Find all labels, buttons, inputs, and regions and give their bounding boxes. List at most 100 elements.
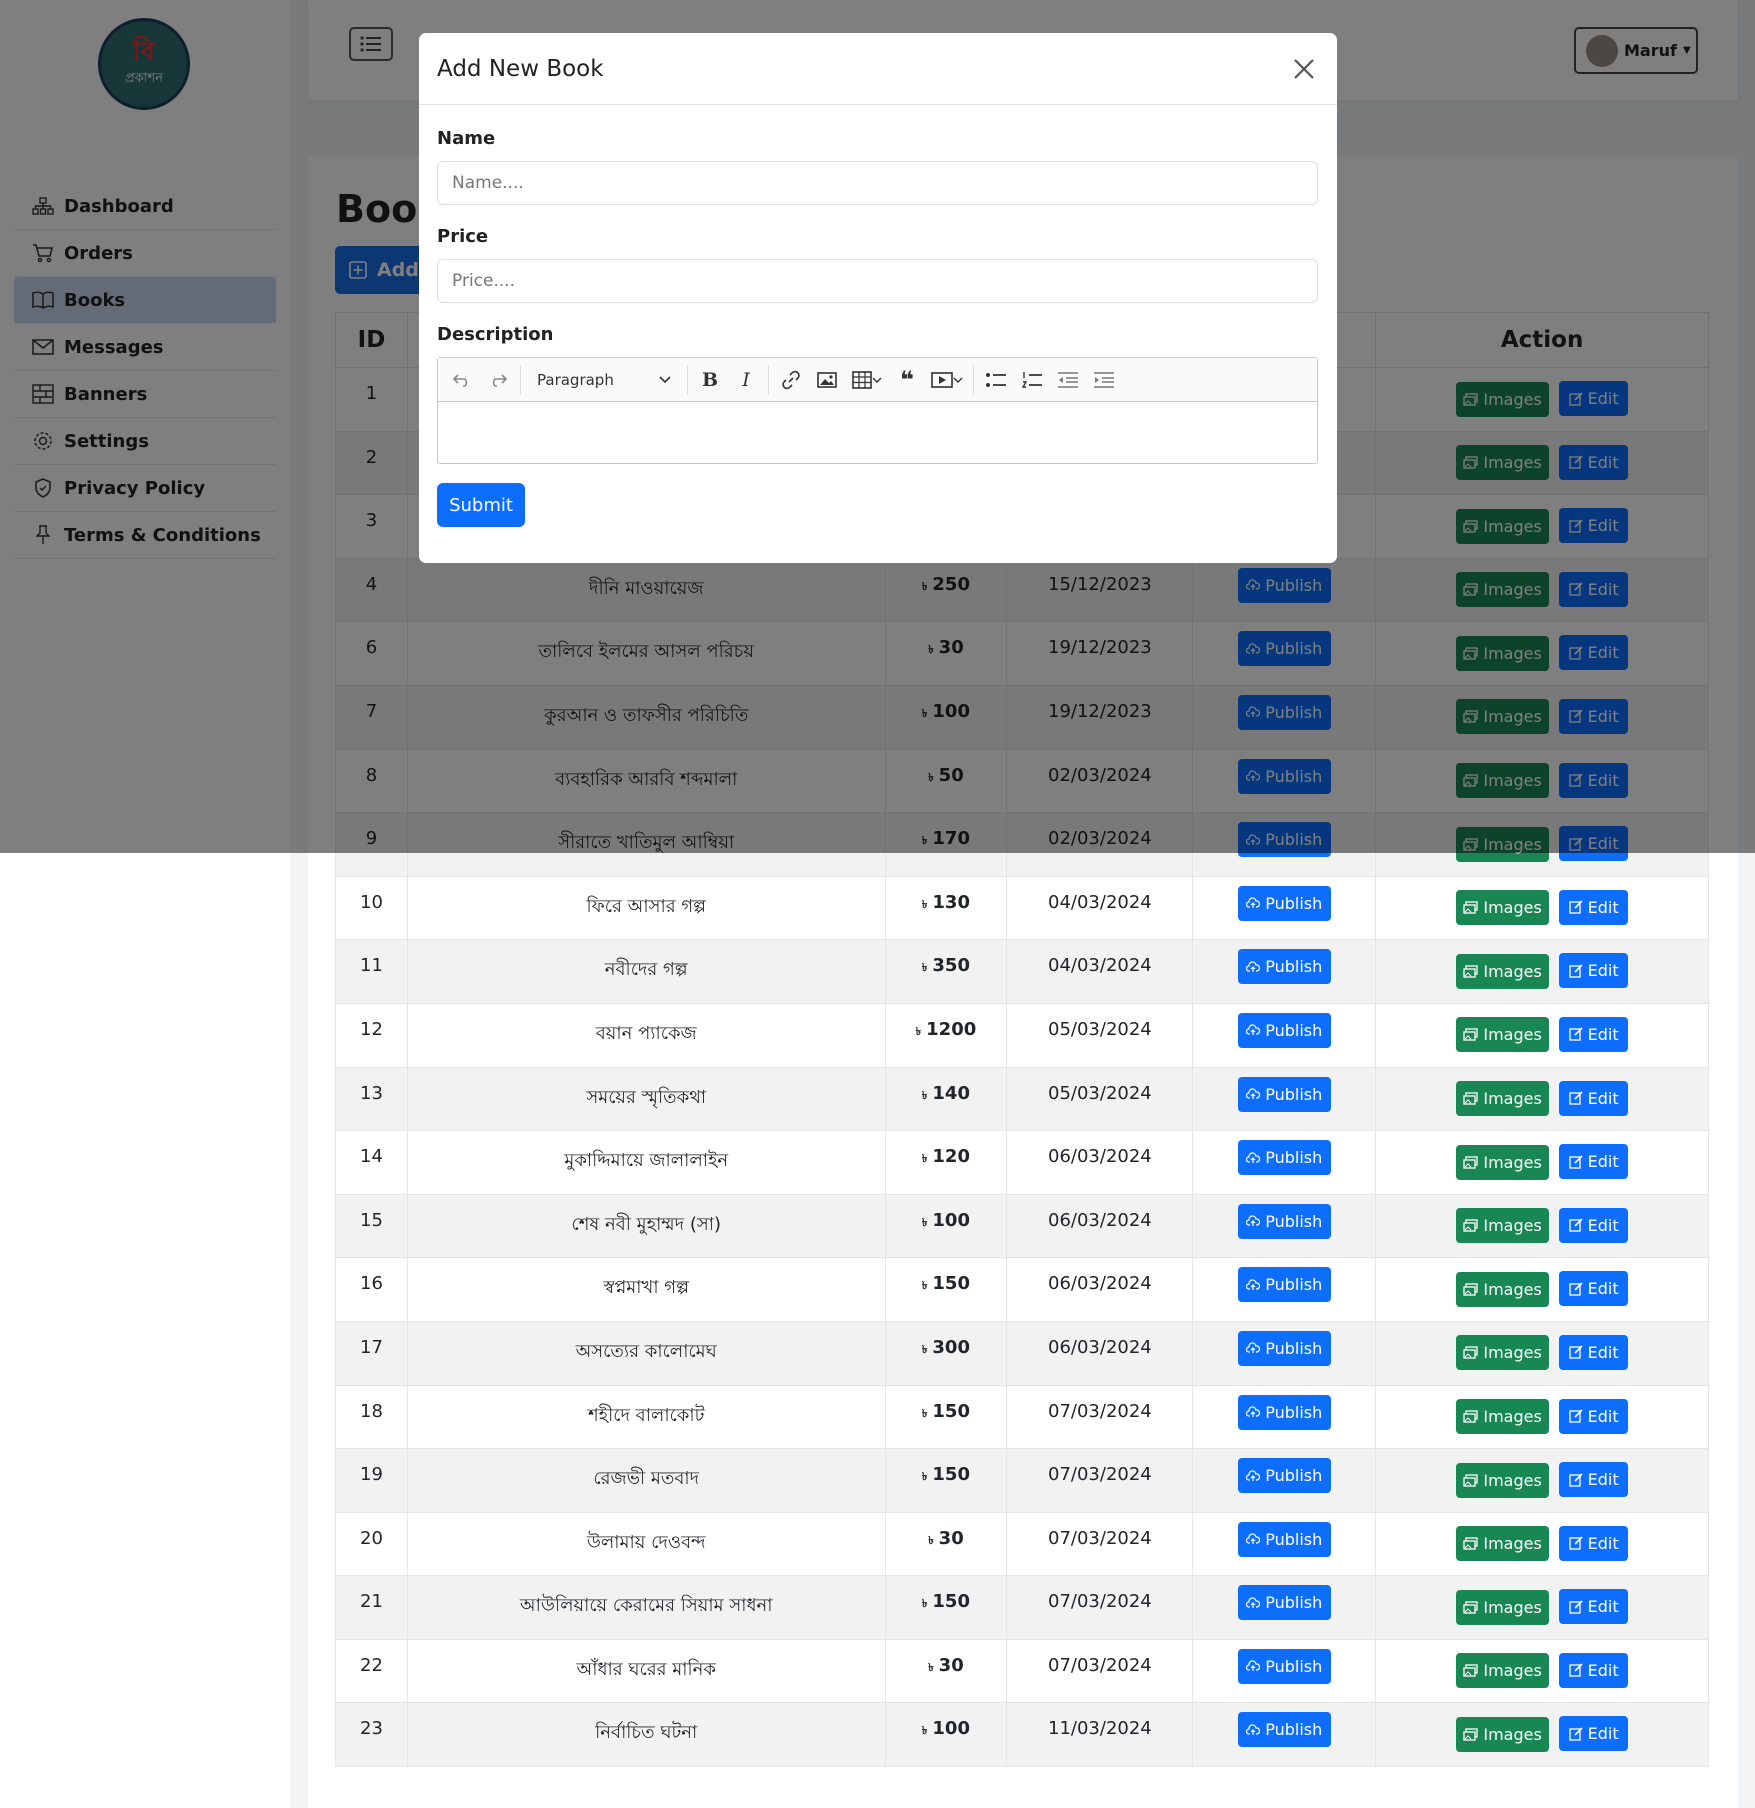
images-button[interactable]: Images xyxy=(1456,890,1550,926)
publish-button[interactable]: Publish xyxy=(1237,1521,1331,1557)
images-button[interactable]: Images xyxy=(1456,1335,1550,1371)
cell-name: আঁধার ঘরের মানিক xyxy=(406,1638,886,1704)
cell-price: ৳ 30 xyxy=(884,1511,1008,1577)
cell-date: 07/03/2024 xyxy=(1006,1384,1194,1450)
edit-button[interactable]: Edit xyxy=(1559,1334,1629,1370)
edit-label: Edit xyxy=(1587,1215,1619,1235)
edit-button[interactable]: Edit xyxy=(1559,1271,1629,1307)
table-icon[interactable] xyxy=(845,365,889,395)
cell-status: Publish xyxy=(1192,1066,1377,1132)
publish-button[interactable]: Publish xyxy=(1237,1267,1331,1303)
publish-button[interactable]: Publish xyxy=(1237,1330,1331,1366)
images-button[interactable]: Images xyxy=(1456,1462,1550,1498)
images-icon xyxy=(1463,1092,1479,1105)
outdent-icon[interactable] xyxy=(1050,365,1086,395)
images-button[interactable]: Images xyxy=(1456,1271,1550,1307)
cloud-upload-icon xyxy=(1246,1215,1261,1227)
image-icon[interactable] xyxy=(809,365,845,395)
cell-id: 13 xyxy=(335,1066,408,1132)
currency-symbol: ৳ xyxy=(921,961,928,975)
paragraph-dropdown[interactable]: Paragraph xyxy=(525,365,683,395)
images-icon xyxy=(1463,1346,1479,1360)
edit-button[interactable]: Edit xyxy=(1559,1144,1629,1180)
media-embed-icon[interactable] xyxy=(925,365,969,395)
cell-price: ৳ 1200 xyxy=(884,1002,1008,1068)
images-button[interactable]: Images xyxy=(1456,953,1550,989)
cell-actions: Images Edit xyxy=(1375,1702,1709,1768)
images-icon xyxy=(1463,1155,1479,1169)
price-input[interactable] xyxy=(437,259,1318,303)
cell-actions: Images Edit xyxy=(1375,875,1709,941)
bold-icon[interactable]: B xyxy=(692,365,728,395)
cell-date: 04/03/2024 xyxy=(1006,939,1194,1004)
cell-status: Publish xyxy=(1192,1002,1377,1068)
edit-label: Edit xyxy=(1587,1470,1619,1490)
images-button[interactable]: Images xyxy=(1456,1208,1550,1244)
edit-button[interactable]: Edit xyxy=(1559,889,1629,925)
publish-button[interactable]: Publish xyxy=(1237,1203,1331,1239)
images-button[interactable]: Images xyxy=(1456,1081,1550,1117)
images-button[interactable]: Images xyxy=(1456,1716,1550,1752)
images-button[interactable]: Images xyxy=(1456,1144,1550,1180)
blockquote-icon[interactable]: ❝ xyxy=(889,365,925,395)
edit-button[interactable]: Edit xyxy=(1559,1652,1629,1688)
bulleted-list-icon[interactable] xyxy=(978,365,1014,395)
cell-name: সময়ের স্মৃতিকথা xyxy=(406,1066,886,1132)
publish-button[interactable]: Publish xyxy=(1237,1458,1331,1494)
images-button[interactable]: Images xyxy=(1456,1399,1550,1434)
price-value: 150 xyxy=(932,1464,970,1486)
edit-button[interactable]: Edit xyxy=(1559,1398,1629,1434)
numbered-list-icon[interactable] xyxy=(1014,365,1050,395)
images-button[interactable]: Images xyxy=(1456,1526,1550,1562)
editor-content-area[interactable] xyxy=(438,402,1317,463)
price-value: 130 xyxy=(932,891,970,913)
edit-button[interactable]: Edit xyxy=(1559,1080,1629,1116)
name-label: Name xyxy=(437,128,496,149)
cloud-upload-icon xyxy=(1246,1724,1261,1735)
cell-price: ৳ 300 xyxy=(884,1320,1008,1386)
undo-icon[interactable] xyxy=(444,365,480,395)
edit-button[interactable]: Edit xyxy=(1559,1016,1629,1052)
cell-name: বয়ান প্যাকেজ xyxy=(406,1002,886,1068)
indent-icon[interactable] xyxy=(1086,365,1122,395)
pencil-square-icon xyxy=(1568,1027,1583,1042)
pencil-square-icon xyxy=(1568,1218,1583,1232)
publish-label: Publish xyxy=(1265,1084,1323,1104)
publish-button[interactable]: Publish xyxy=(1237,949,1331,985)
edit-label: Edit xyxy=(1587,1406,1619,1426)
cell-price: ৳ 100 xyxy=(884,1193,1008,1259)
italic-icon[interactable]: I xyxy=(728,365,764,395)
publish-button[interactable]: Publish xyxy=(1237,1012,1331,1048)
close-button[interactable] xyxy=(1289,54,1319,84)
redo-icon[interactable] xyxy=(480,365,516,395)
edit-button[interactable]: Edit xyxy=(1559,1589,1629,1625)
toolbar-divider xyxy=(768,364,769,395)
edit-label: Edit xyxy=(1587,1342,1619,1362)
cell-price: ৳ 150 xyxy=(884,1575,1008,1640)
cloud-upload-icon xyxy=(1246,1342,1261,1354)
publish-button[interactable]: Publish xyxy=(1237,885,1331,921)
cell-date: 07/03/2024 xyxy=(1006,1511,1194,1577)
name-input[interactable] xyxy=(437,161,1318,205)
publish-button[interactable]: Publish xyxy=(1237,1394,1331,1430)
cell-name: শহীদে বালাকোট xyxy=(406,1384,886,1450)
images-button[interactable]: Images xyxy=(1456,1017,1550,1053)
edit-button[interactable]: Edit xyxy=(1559,1207,1629,1243)
edit-button[interactable]: Edit xyxy=(1559,1462,1629,1498)
edit-button[interactable]: Edit xyxy=(1559,953,1629,989)
publish-button[interactable]: Publish xyxy=(1237,1648,1331,1684)
edit-button[interactable]: Edit xyxy=(1559,1525,1629,1561)
edit-label: Edit xyxy=(1587,897,1619,917)
publish-button[interactable]: Publish xyxy=(1237,1076,1331,1112)
images-button[interactable]: Images xyxy=(1456,1653,1550,1689)
edit-button[interactable]: Edit xyxy=(1559,1716,1629,1752)
modal-title: Add New Book xyxy=(437,55,604,82)
publish-label: Publish xyxy=(1265,1275,1323,1295)
link-icon[interactable] xyxy=(773,365,809,395)
publish-button[interactable]: Publish xyxy=(1237,1140,1331,1176)
images-button[interactable]: Images xyxy=(1456,1589,1550,1625)
publish-button[interactable]: Publish xyxy=(1237,1585,1331,1621)
submit-button[interactable]: Submit xyxy=(437,483,525,527)
publish-button[interactable]: Publish xyxy=(1237,1712,1331,1748)
publish-label: Publish xyxy=(1265,1402,1323,1422)
